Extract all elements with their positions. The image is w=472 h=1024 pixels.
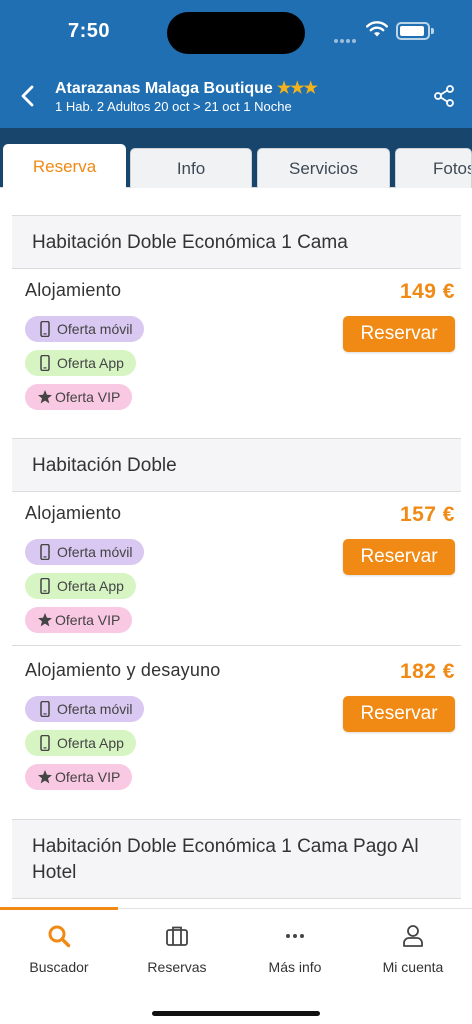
tab-fotos[interactable]: Fotos: [395, 148, 472, 188]
user-icon: [403, 925, 423, 947]
badge-oferta-app: Oferta App: [25, 350, 136, 376]
tab-bar: Reserva Info Servicios Fotos: [0, 128, 472, 188]
mobile-phone-icon: [40, 735, 50, 751]
mobile-phone-icon: [40, 321, 50, 337]
reserve-button[interactable]: Reservar: [343, 316, 455, 352]
nav-reservas[interactable]: Reservas: [118, 923, 236, 975]
badge-label: Oferta móvil: [57, 321, 133, 337]
rooms-list: Habitación Doble Económica 1 Cama Alojam…: [0, 188, 472, 908]
nav-bar: Atarazanas Malaga Boutique ★★★ 1 Hab. 2 A…: [0, 72, 472, 124]
reserve-button[interactable]: Reservar: [343, 696, 455, 732]
back-arrow-icon[interactable]: [14, 82, 42, 110]
status-time: 7:50: [68, 20, 111, 42]
reserve-button[interactable]: Reservar: [343, 539, 455, 575]
rate-row: Alojamiento 157 € Reservar Oferta móvil …: [12, 503, 461, 643]
rate-row: Alojamiento y desayuno 182 € Reservar Of…: [12, 660, 461, 800]
rate-price: 149 €: [399, 280, 455, 303]
hotel-title: Atarazanas Malaga Boutique ★★★: [55, 78, 318, 98]
mobile-phone-icon: [40, 355, 50, 371]
wifi-icon: [366, 21, 388, 37]
rate-name: Alojamiento y desayuno: [25, 660, 221, 680]
tab-info[interactable]: Info: [130, 148, 252, 188]
badge-label: Oferta App: [57, 578, 124, 594]
dynamic-island: [167, 12, 305, 54]
badge-oferta-vip: Oferta VIP: [25, 764, 133, 790]
badge-label: Oferta VIP: [55, 612, 121, 628]
rate-price: 182 €: [399, 660, 455, 683]
badge-oferta-movil: Oferta móvil: [25, 316, 145, 342]
star-icon: [38, 613, 52, 627]
nav-label: Más info: [268, 959, 322, 975]
nav-label: Buscador: [29, 959, 89, 975]
badge-label: Oferta móvil: [57, 544, 133, 560]
battery-icon: [396, 22, 434, 40]
badge-oferta-app: Oferta App: [25, 573, 136, 599]
badge-label: Oferta VIP: [55, 769, 121, 785]
search-summary: 1 Hab. 2 Adultos 20 oct > 21 oct 1 Noche: [55, 99, 292, 114]
star-icon: [38, 770, 52, 784]
hotel-name: Atarazanas Malaga Boutique: [55, 80, 273, 97]
mobile-phone-icon: [40, 701, 50, 717]
nav-label: Mi cuenta: [382, 959, 444, 975]
badge-oferta-app: Oferta App: [25, 730, 136, 756]
status-bar: 7:50: [0, 0, 472, 64]
badge-label: Oferta móvil: [57, 701, 133, 717]
tab-servicios[interactable]: Servicios: [257, 148, 390, 188]
nav-buscador[interactable]: Buscador: [0, 923, 118, 975]
cellular-signal-icon: [334, 30, 358, 43]
app-header: 7:50 Atarazanas Malaga Boutique ★★★ 1 Hab…: [0, 0, 472, 128]
tab-reserva[interactable]: Reserva: [3, 144, 126, 188]
rate-row: Alojamiento 149 € Reservar Oferta móvil …: [12, 280, 461, 420]
badge-label: Oferta App: [57, 735, 124, 751]
mobile-phone-icon: [40, 578, 50, 594]
badge-oferta-movil: Oferta móvil: [25, 539, 145, 565]
hotel-stars: ★★★: [276, 80, 318, 97]
nav-label: Reservas: [147, 959, 207, 975]
badge-label: Oferta VIP: [55, 389, 121, 405]
more-icon: [286, 934, 304, 938]
rate-name: Alojamiento: [25, 503, 122, 523]
room-header: Habitación Doble Económica 1 Cama Pago A…: [12, 819, 461, 899]
rate-divider: [12, 645, 461, 646]
badge-label: Oferta App: [57, 355, 124, 371]
home-indicator: [152, 1011, 320, 1016]
room-header: Habitación Doble: [12, 438, 461, 492]
share-icon[interactable]: [432, 84, 456, 108]
nav-mi-cuenta[interactable]: Mi cuenta: [354, 923, 472, 975]
badge-oferta-vip: Oferta VIP: [25, 607, 133, 633]
nav-mas-info[interactable]: Más info: [236, 923, 354, 975]
badge-oferta-movil: Oferta móvil: [25, 696, 145, 722]
briefcase-icon: [166, 926, 188, 946]
search-icon: [48, 925, 71, 948]
badge-oferta-vip: Oferta VIP: [25, 384, 133, 410]
mobile-phone-icon: [40, 544, 50, 560]
star-icon: [38, 390, 52, 404]
room-header: Habitación Doble Económica 1 Cama: [12, 215, 461, 269]
bottom-navigation: Buscador Reservas Más info Mi cuenta: [0, 907, 472, 1024]
rate-name: Alojamiento: [25, 280, 122, 300]
rate-price: 157 €: [399, 503, 455, 526]
active-tab-indicator: [0, 907, 118, 910]
